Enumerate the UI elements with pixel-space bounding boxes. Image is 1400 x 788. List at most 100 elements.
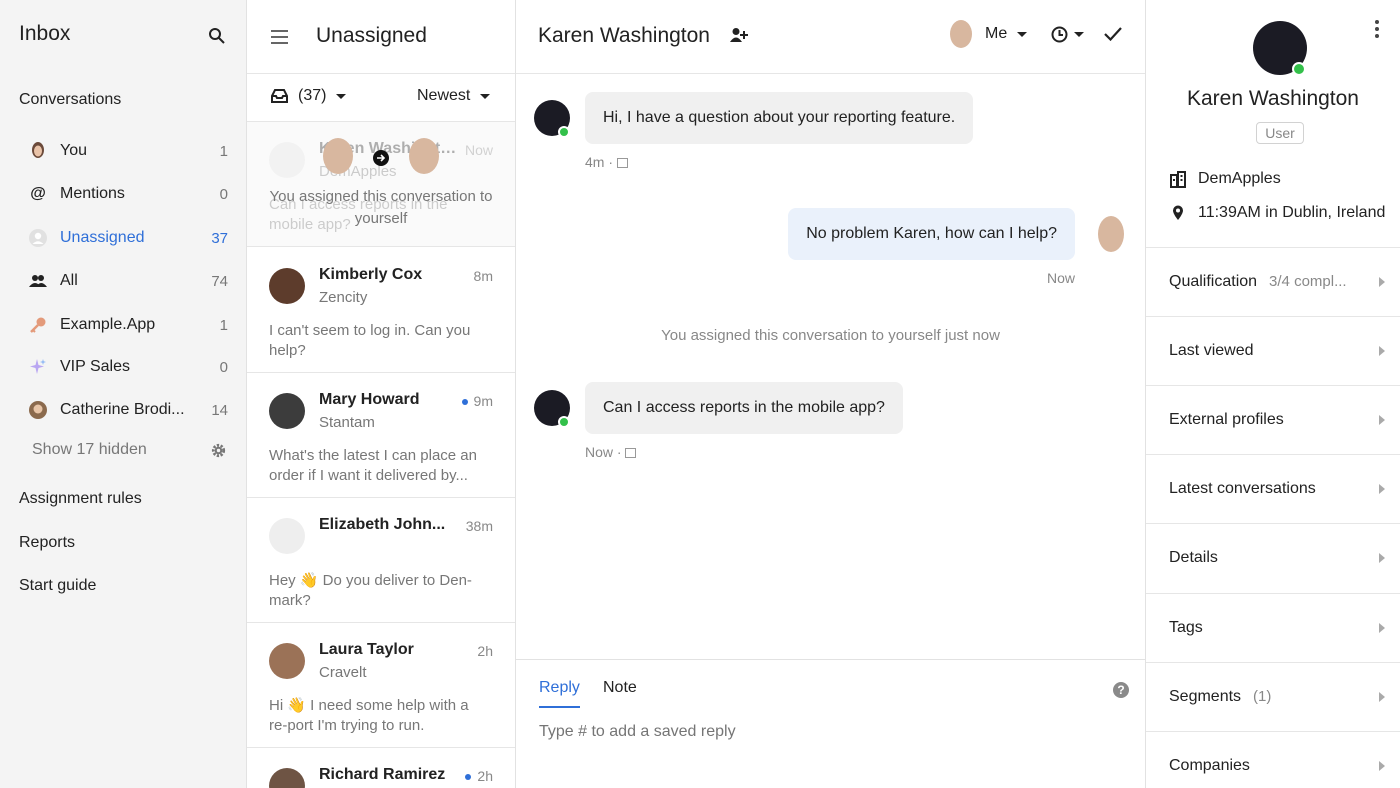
reply-composer: Reply Note ? [516,659,1145,788]
avatar [269,142,305,178]
list-item[interactable]: Mary Howard 9m Stantam What's the latest… [247,373,515,498]
conversation-header: Karen Washington Me [516,0,1145,74]
inbox-app: Inbox Conversations You 1 @ Mentions 0 U… [0,0,1400,788]
avatar [1098,216,1124,252]
online-indicator [1292,62,1306,76]
assignee-dropdown[interactable]: Me [985,25,1028,43]
sort-dropdown[interactable]: Newest [417,87,491,105]
profile-name: Karen Washington [1187,87,1359,110]
company-info: DemApples [1169,170,1281,188]
help-icon[interactable]: ? [1113,682,1129,698]
assignee-avatar [950,20,972,48]
list-item[interactable]: Karen Washington Now DemApples Can I acc… [247,122,515,247]
sidebar-item-catherine-brodie[interactable]: Catherine Brodi... 14 [28,398,228,422]
profile-section-latest-conversations[interactable]: Latest conversations [1146,454,1400,523]
check-icon[interactable] [1104,27,1122,41]
avatar [269,643,305,679]
list-filter-bar: (37) Newest [247,74,515,122]
list-item[interactable]: Elizabeth John... 38m Hey 👋 Do you deliv… [247,498,515,623]
search-icon[interactable] [208,27,226,45]
chevron-down-icon [336,93,347,99]
role-badge: User [1256,122,1304,144]
avatar [269,393,305,429]
avatar-icon [28,141,48,161]
chevron-right-icon [1379,415,1385,425]
chevron-right-icon [1379,623,1385,633]
chevron-down-icon [1074,32,1084,37]
key-icon [28,315,48,335]
chevron-right-icon [1379,484,1385,494]
inbox-filter-dropdown[interactable]: (37) [271,87,347,105]
list-item[interactable]: Richard Ramirez 2h [247,748,515,788]
list-item[interactable]: Kimberly Cox 8m Zencity I can't seem to … [247,248,515,373]
add-user-icon[interactable] [730,27,748,43]
at-icon: @ [30,185,46,202]
profile-section-segments[interactable]: Segments (1) [1146,662,1400,731]
message-bubble: Can I access reports in the mobile app? [585,382,903,434]
chevron-right-icon [1379,346,1385,356]
inbox-title: Inbox [19,22,71,45]
online-indicator [558,416,570,428]
location-pin-icon [1169,205,1187,221]
profile-section-qualification[interactable]: Qualification 3/4 compl... [1146,247,1400,316]
profile-section-details[interactable]: Details [1146,523,1400,592]
unread-dot [461,399,468,406]
sidebar-item-mentions[interactable]: @ Mentions 0 [28,182,228,206]
tab-note[interactable]: Note [603,679,637,697]
sidebar-item-vip-sales[interactable]: VIP Sales 0 [28,355,228,379]
message-bubble: Hi, I have a question about your reporti… [585,92,974,144]
online-indicator [558,126,570,138]
menu-icon[interactable] [271,30,288,44]
profile-section-companies[interactable]: Companies [1146,731,1400,788]
clock-icon [1051,26,1068,43]
message-bubble: No problem Karen, how can I help? [788,208,1075,260]
inbox-tray-icon [271,89,288,103]
unread-dot [465,774,472,781]
sidebar-item-reports[interactable]: Reports [19,534,75,552]
seen-icon [625,448,637,459]
chevron-down-icon [480,93,491,99]
building-icon [1169,170,1187,188]
chevron-right-icon [1379,553,1385,563]
avatar [409,138,439,174]
chevron-right-icon [1379,761,1385,771]
sidebar-item-all[interactable]: All 74 [28,269,228,293]
conversation-list: Unassigned (37) Newest Karen Washington … [247,0,516,788]
avatar [323,138,353,174]
tab-reply[interactable]: Reply [539,679,580,708]
avatar [269,768,305,788]
sparkle-icon [28,357,48,377]
assigned-notice: You assigned this conversation to yourse… [269,188,493,227]
gear-icon[interactable] [210,442,227,459]
profile-section-tags[interactable]: Tags [1146,593,1400,662]
snooze-dropdown[interactable] [1051,26,1084,43]
reply-input[interactable] [539,723,1099,741]
team-icon [28,271,48,291]
sidebar-item-assignment-rules[interactable]: Assignment rules [19,490,142,508]
list-item[interactable]: Laura Taylor 2h Cravelt Hi 👋 I need some… [247,623,515,748]
location-info: 11:39AM in Dublin, Ireland [1169,204,1385,222]
avatar [269,518,305,554]
sidebar-item-unassigned[interactable]: Unassigned 37 [28,226,228,250]
conversation-panel: Karen Washington Me Hi, I have a questio… [516,0,1146,788]
sidebar-item-start-guide[interactable]: Start guide [19,577,96,595]
conversations-heading: Conversations [19,91,122,108]
seen-icon [616,158,628,169]
conversation-title: Karen Washington [538,24,710,47]
sidebar: Inbox Conversations You 1 @ Mentions 0 U… [0,0,247,788]
chevron-right-icon [1379,692,1385,702]
avatar-icon [28,400,48,420]
system-event: You assigned this conversation to yourse… [661,327,1000,344]
profile-section-last-viewed[interactable]: Last viewed [1146,316,1400,385]
unassigned-user-icon [28,228,48,248]
user-profile-panel: Karen Washington User DemApples 11:39AM … [1146,0,1400,788]
arrow-right-icon [373,150,389,166]
show-hidden-link[interactable]: Show 17 hidden [32,441,147,459]
chevron-right-icon [1379,277,1385,287]
more-options-icon[interactable] [1375,20,1379,41]
chevron-down-icon [1017,31,1028,37]
sidebar-item-you[interactable]: You 1 [28,139,228,163]
sidebar-item-example-app[interactable]: Example.App 1 [28,313,228,337]
profile-section-external-profiles[interactable]: External profiles [1146,385,1400,454]
list-title: Unassigned [316,24,427,47]
